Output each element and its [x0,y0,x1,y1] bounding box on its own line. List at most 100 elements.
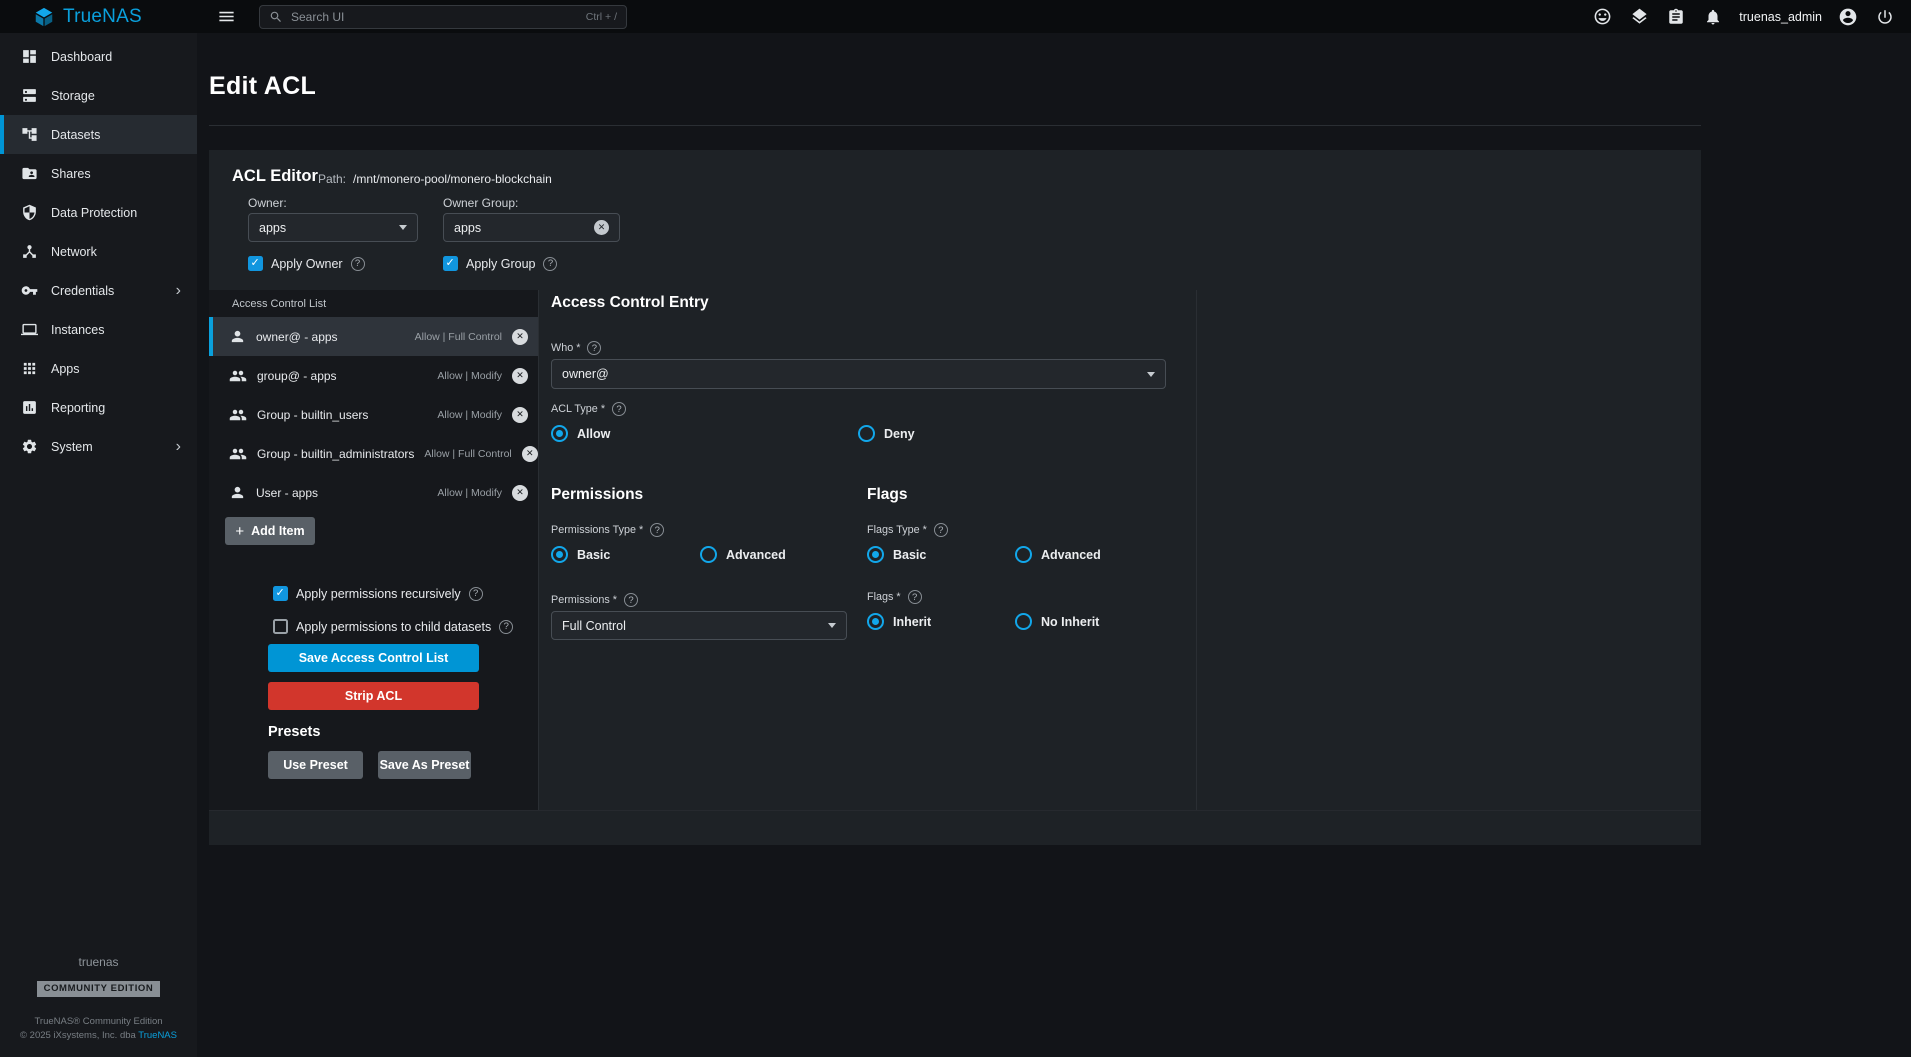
sidebar-item-dashboard[interactable]: Dashboard [0,37,197,76]
radio-inherit[interactable]: Inherit [867,613,931,630]
who-select[interactable]: owner@ [551,359,1166,389]
use-preset-button[interactable]: Use Preset [268,751,363,779]
acl-entry-who: Group - builtin_users [257,408,368,422]
acl-entry-row[interactable]: User - apps Allow | Modify [209,473,538,512]
acl-entry-row[interactable]: owner@ - apps Allow | Full Control [209,317,538,356]
who-select-value: owner@ [562,367,609,381]
footer-brand-link[interactable]: TrueNAS [138,1030,177,1041]
menu-button[interactable] [214,5,238,29]
acl-entry-row[interactable]: group@ - apps Allow | Modify [209,356,538,395]
radio-permissions-advanced[interactable]: Advanced [700,546,786,563]
sidebar-item-label: Reporting [51,401,105,415]
sidebar-item-network[interactable]: Network [0,232,197,271]
remove-entry-icon[interactable] [522,446,538,462]
permissions-label: Permissions * [551,594,617,606]
acl-entry-meta: Allow | Modify [437,409,502,421]
user-avatar-icon [1838,7,1858,27]
apply-child-checkbox[interactable] [273,619,288,634]
radio-flags-basic[interactable]: Basic [867,546,926,563]
computer-icon [21,321,38,338]
acl-entry-meta: Allow | Full Control [415,331,502,343]
sidebar-item-system[interactable]: System [0,427,197,466]
permissions-select-value: Full Control [562,619,626,633]
layers-icon [1630,7,1649,26]
sidebar-item-reporting[interactable]: Reporting [0,388,197,427]
sidebar-item-data-protection[interactable]: Data Protection [0,193,197,232]
title-divider [209,125,1701,126]
power-button[interactable] [1874,6,1896,28]
permissions-select[interactable]: Full Control [551,611,847,640]
sidebar-item-credentials[interactable]: Credentials [0,271,197,310]
owner-select[interactable]: apps [248,213,418,242]
help-icon[interactable] [351,257,365,271]
person-icon [229,328,246,345]
help-icon[interactable] [612,402,626,416]
radio-flags-advanced[interactable]: Advanced [1015,546,1101,563]
user-menu-button[interactable] [1837,6,1859,28]
apply-child-row: Apply permissions to child datasets [273,619,513,634]
apply-recursive-checkbox[interactable] [273,586,288,601]
radio-allow[interactable]: Allow [551,425,610,442]
jobs-button[interactable] [1665,6,1687,28]
brand[interactable]: TrueNAS [0,6,197,28]
owner-group-value: apps [454,221,481,235]
group-icon [229,367,247,385]
username[interactable]: truenas_admin [1739,10,1822,24]
edition-badge: COMMUNITY EDITION [37,981,161,997]
jobs-clipboard-icon [1667,8,1685,26]
sidebar-item-label: System [51,440,93,454]
radio-deny[interactable]: Deny [858,425,915,442]
help-icon[interactable] [499,620,513,634]
sidebar-item-shares[interactable]: Shares [0,154,197,193]
save-acl-button[interactable]: Save Access Control List [268,644,479,672]
acl-entry-row[interactable]: Group - builtin_users Allow | Modify [209,395,538,434]
acl-entry-who: Group - builtin_administrators [257,447,414,461]
path-value: /mnt/monero-pool/monero-blockchain [353,172,552,186]
help-icon[interactable] [624,593,638,607]
datasets-tree-icon [21,126,38,143]
key-icon [21,282,38,299]
strip-acl-button[interactable]: Strip ACL [268,682,479,710]
sidebar-item-datasets[interactable]: Datasets [0,115,197,154]
radio-button-icon [1015,613,1032,630]
apply-owner-checkbox[interactable] [248,256,263,271]
help-icon[interactable] [908,590,922,604]
sidebar-item-label: Datasets [51,128,100,142]
feedback-button[interactable] [1591,6,1613,28]
remove-entry-icon[interactable] [512,485,528,501]
owner-label: Owner: [248,196,287,210]
remove-entry-icon[interactable] [512,407,528,423]
sidebar-item-instances[interactable]: Instances [0,310,197,349]
sidebar-item-storage[interactable]: Storage [0,76,197,115]
add-item-button[interactable]: Add Item [225,517,315,545]
footer-edition-text: TrueNAS® Community Edition [0,1015,197,1029]
search-shortcut-hint: Ctrl + / [586,11,617,23]
remove-entry-icon[interactable] [512,368,528,384]
save-as-preset-button[interactable]: Save As Preset [378,751,471,779]
alerts-button[interactable] [1702,6,1724,28]
theme-button[interactable] [1628,6,1650,28]
radio-no-inherit[interactable]: No Inherit [1015,613,1099,630]
radio-permissions-basic[interactable]: Basic [551,546,610,563]
clear-icon[interactable] [594,220,609,235]
search-input[interactable] [291,10,578,24]
flags-label: Flags * [867,591,901,603]
sidebar-item-label: Shares [51,167,91,181]
sidebar-item-label: Dashboard [51,50,112,64]
acl-list-panel: Access Control List owner@ - apps Allow … [209,290,539,810]
acl-entry-row[interactable]: Group - builtin_administrators Allow | F… [209,434,538,473]
help-icon[interactable] [934,523,948,537]
help-icon[interactable] [543,257,557,271]
sidebar-nav: Dashboard Storage Datasets Shares Data P… [0,33,197,466]
apply-owner-label: Apply Owner [271,257,343,271]
sidebar-item-apps[interactable]: Apps [0,349,197,388]
feedback-smiley-icon [1593,7,1612,26]
acl-entry-list: owner@ - apps Allow | Full Control group… [209,317,538,512]
help-icon[interactable] [469,587,483,601]
help-icon[interactable] [650,523,664,537]
help-icon[interactable] [587,341,601,355]
apply-group-checkbox[interactable] [443,256,458,271]
bell-icon [1704,8,1722,26]
owner-group-input[interactable]: apps [443,213,620,242]
remove-entry-icon[interactable] [512,329,528,345]
